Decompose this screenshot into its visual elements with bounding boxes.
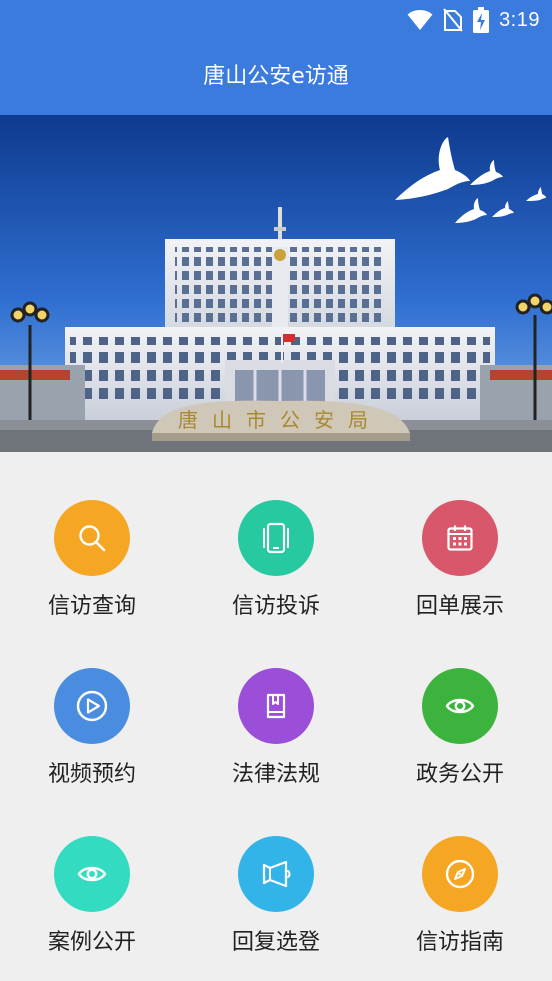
battery-charging-icon [473,7,490,33]
megaphone-icon [238,836,314,912]
menu-item-complaint[interactable]: 信访投诉 [184,452,368,620]
menu-item-replies[interactable]: 回复选登 [184,788,368,956]
hero-banner: 唐山市公安局 [0,115,552,452]
menu-item-label: 视频预约 [47,762,136,787]
function-grid: 信访查询 信访投诉 回单展示 视频预约 法律法规 政务公开 案例公开 回复选登 … [0,452,552,981]
status-time: 3:19 [499,8,540,31]
menu-item-label: 信访查询 [47,594,136,619]
book-icon [238,668,314,744]
menu-item-label: 回复选登 [231,930,320,955]
menu-item-label: 信访指南 [415,930,504,955]
menu-item-receipt[interactable]: 回单展示 [368,452,552,620]
eye-icon [422,668,498,744]
menu-item-video-appointment[interactable]: 视频预约 [0,620,184,788]
menu-item-label: 法律法规 [231,762,320,787]
menu-item-label: 案例公开 [47,930,136,955]
menu-item-laws[interactable]: 法律法规 [184,620,368,788]
status-icons: 3:19 [407,6,540,34]
menu-item-guide[interactable]: 信访指南 [368,788,552,956]
app-title: 唐山公安e访通 [203,64,349,89]
menu-item-label: 政务公开 [415,762,504,787]
compass-icon [422,836,498,912]
play-icon [54,668,130,744]
menu-item-label: 信访投诉 [231,594,320,619]
calendar-icon [422,500,498,576]
menu-item-cases[interactable]: 案例公开 [0,788,184,956]
search-icon [54,500,130,576]
status-bar: 3:19 [0,0,552,40]
wifi-icon [407,9,433,31]
hero-sign-text: 唐山市公安局 [178,408,382,432]
menu-item-government-affairs[interactable]: 政务公开 [368,620,552,788]
phone-icon [238,500,314,576]
eye-icon [54,836,130,912]
top-bar: 3:19 唐山公安e访通 [0,0,552,115]
no-sim-icon [443,8,463,32]
menu-item-label: 回单展示 [415,594,504,619]
police-headquarters-banner: 唐山市公安局 [0,115,552,452]
menu-item-inquiry[interactable]: 信访查询 [0,452,184,620]
